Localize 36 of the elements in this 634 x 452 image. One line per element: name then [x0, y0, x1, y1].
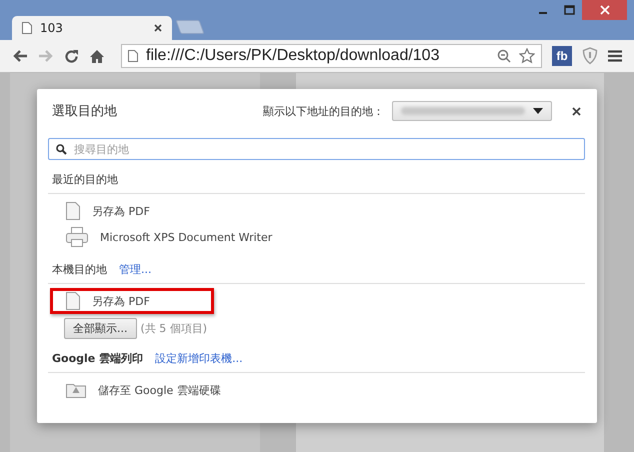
back-icon[interactable] — [12, 49, 28, 63]
close-window-button[interactable] — [582, 0, 627, 20]
section-heading: 本機目的地 — [52, 262, 107, 277]
document-icon — [66, 292, 80, 310]
account-label: 顯示以下地址的目的地： — [263, 104, 384, 118]
home-icon[interactable] — [89, 48, 105, 64]
destination-item[interactable]: Microsoft XPS Document Writer — [48, 224, 272, 250]
close-icon — [600, 5, 610, 15]
reload-icon[interactable] — [64, 48, 79, 64]
page-icon — [22, 22, 32, 34]
close-icon[interactable] — [572, 106, 581, 116]
document-icon — [66, 202, 80, 220]
highlighted-destination-item[interactable]: 另存為 PDF — [50, 288, 214, 314]
menu-icon[interactable] — [608, 50, 622, 62]
item-count: (共 5 個項目) — [140, 321, 208, 336]
star-icon[interactable] — [519, 48, 535, 64]
printer-icon — [66, 227, 88, 247]
extension-button[interactable]: fb — [552, 46, 572, 66]
shield-icon[interactable] — [582, 47, 598, 65]
zoom-icon[interactable] — [497, 49, 511, 63]
search-field[interactable]: 搜尋目的地 — [48, 138, 585, 160]
drive-icon — [66, 382, 86, 398]
page-icon — [128, 50, 138, 62]
address-bar[interactable]: file:///C:/Users/PK/Desktop/download/103 — [121, 44, 542, 68]
browser-tab[interactable]: 103 — [12, 16, 172, 40]
section-link[interactable]: 設定新增印表機... — [155, 351, 243, 366]
destination-item[interactable]: 另存為 PDF — [48, 198, 150, 224]
maximize-icon[interactable] — [564, 5, 574, 15]
section-heading: Google 雲端列印 — [52, 351, 144, 366]
destination-item[interactable]: 儲存至 Google 雲端硬碟 — [48, 377, 221, 403]
dropdown-arrow-icon — [533, 108, 543, 114]
section-heading: 最近的目的地 — [52, 172, 118, 187]
close-tab-icon[interactable] — [154, 24, 162, 32]
dialog-title: 選取目的地 — [52, 103, 118, 120]
show-all-button[interactable]: 全部顯示... — [64, 318, 136, 339]
section-link[interactable]: 管理... — [119, 262, 152, 277]
